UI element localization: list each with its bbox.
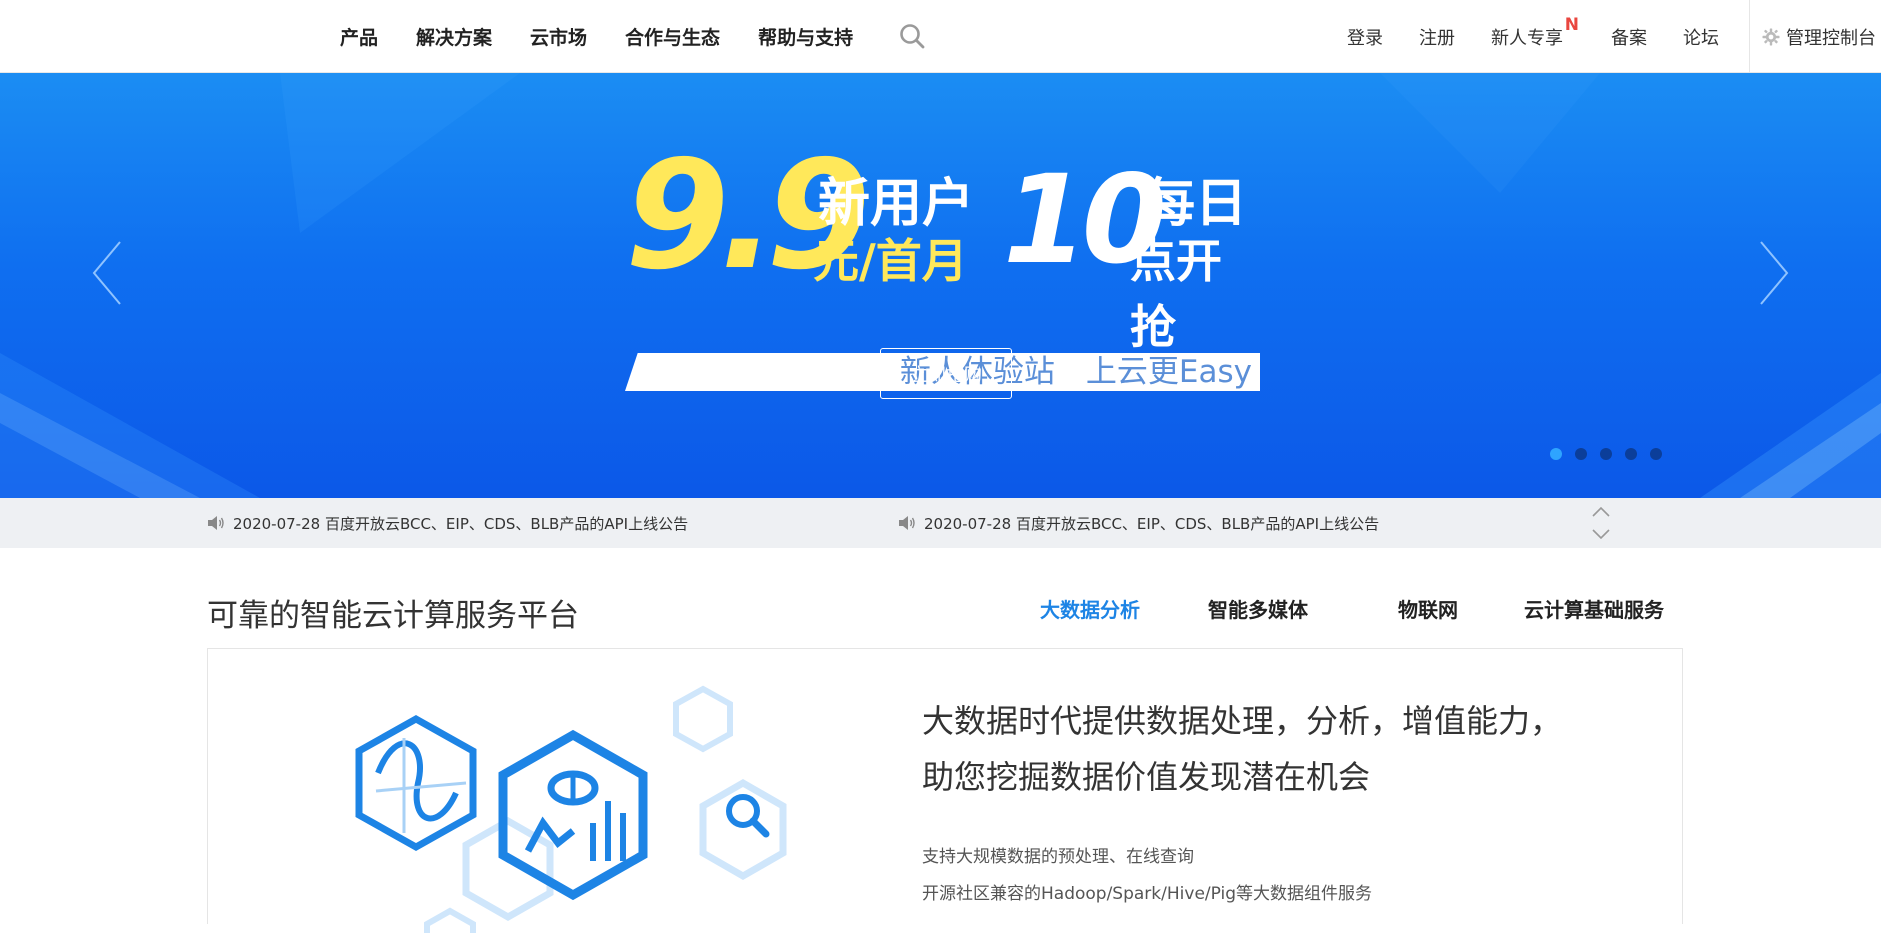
- console-link[interactable]: 管理控制台: [1749, 0, 1881, 73]
- panel-bullet-1: 支持大规模数据的预处理、在线查询: [922, 847, 1194, 867]
- banner-next-arrow[interactable]: [1753, 238, 1793, 308]
- announcement-item[interactable]: 2020-07-28 百度开放云BCC、EIP、CDS、BLB产品的API上线公…: [898, 498, 1379, 548]
- speaker-icon: [899, 516, 915, 530]
- icp-filing-link[interactable]: 备案: [1611, 24, 1647, 50]
- login-link[interactable]: 登录: [1347, 24, 1383, 50]
- search-icon[interactable]: [898, 22, 926, 50]
- tab-big-data[interactable]: 大数据分析: [1040, 570, 1140, 650]
- chevron-down-icon: [1592, 529, 1610, 540]
- announcement-text: 2020-07-28 百度开放云BCC、EIP、CDS、BLB产品的API上线公…: [233, 514, 689, 533]
- announcement-item[interactable]: 2020-07-28 百度开放云BCC、EIP、CDS、BLB产品的API上线公…: [207, 498, 688, 548]
- nav-products[interactable]: 产品: [340, 23, 378, 50]
- buy-now-button[interactable]: 立即抢购: [880, 348, 1012, 399]
- panel-bullet-2: 开源社区兼容的Hadoop/Spark/Hive/Pig等大数据组件服务: [922, 884, 1373, 904]
- speaker-icon: [208, 516, 224, 530]
- nav-solutions[interactable]: 解决方案: [416, 23, 492, 50]
- top-navbar: 产品 解决方案 云市场 合作与生态 帮助与支持 登录 注册 新人专享 N 备案 …: [0, 0, 1881, 73]
- user-nav: 登录 注册 新人专享 N 备案 论坛: [1347, 0, 1719, 73]
- nav-help[interactable]: 帮助与支持: [758, 23, 853, 50]
- nav-partners[interactable]: 合作与生态: [625, 23, 720, 50]
- tab-iot[interactable]: 物联网: [1398, 570, 1458, 650]
- carousel-dot[interactable]: [1550, 448, 1562, 460]
- announcement-text: 2020-07-28 百度开放云BCC、EIP、CDS、BLB产品的API上线公…: [924, 514, 1380, 533]
- panel-bullets: 支持大规模数据的预处理、在线查询 开源社区兼容的Hadoop/Spark/Hiv…: [922, 839, 1372, 913]
- tab-multimedia[interactable]: 智能多媒体: [1208, 570, 1308, 650]
- grab-time-text: 点开抢: [1130, 234, 1222, 354]
- section-title: 可靠的智能云计算服务平台: [207, 598, 579, 634]
- announcement-bar: 2020-07-28 百度开放云BCC、EIP、CDS、BLB产品的API上线公…: [0, 498, 1881, 548]
- banner-prev-arrow[interactable]: [88, 238, 128, 308]
- panel-headline: 大数据时代提供数据处理，分析，增值能力， 助您挖掘数据价值发现潜在机会: [922, 693, 1562, 805]
- panel-headline-line2: 助您挖掘数据价值发现潜在机会: [922, 758, 1371, 796]
- solution-tabs: 大数据分析 智能多媒体 物联网 云计算基础服务: [1008, 570, 1681, 650]
- tab-cloud-basic[interactable]: 云计算基础服务: [1524, 570, 1664, 650]
- newbie-offer-label: 新人专享: [1491, 27, 1563, 49]
- nav-marketplace[interactable]: 云市场: [530, 23, 587, 50]
- panel-headline-line1: 大数据时代提供数据处理，分析，增值能力，: [922, 702, 1563, 740]
- new-badge: N: [1564, 14, 1579, 35]
- promo-banner[interactable]: 9.9 新用户 元/首月 10 每日 点开抢 新人体验站 上云更Easy 立即抢…: [0, 73, 1881, 498]
- forum-link[interactable]: 论坛: [1683, 24, 1719, 50]
- carousel-dot[interactable]: [1600, 448, 1612, 460]
- console-label: 管理控制台: [1786, 27, 1876, 49]
- carousel-dot[interactable]: [1575, 448, 1587, 460]
- carousel-dot[interactable]: [1625, 448, 1637, 460]
- register-link[interactable]: 注册: [1419, 24, 1455, 50]
- first-month-text: 元/首月: [813, 234, 968, 288]
- newbie-offer-link[interactable]: 新人专享 N: [1491, 15, 1579, 50]
- chevron-up-icon: [1592, 506, 1610, 517]
- big-data-illustration: [355, 685, 787, 933]
- gear-icon: [1762, 28, 1780, 45]
- main-nav: 产品 解决方案 云市场 合作与生态 帮助与支持: [340, 0, 853, 73]
- carousel-dot[interactable]: [1650, 448, 1662, 460]
- announcement-scroll-arrows[interactable]: [1590, 504, 1612, 542]
- carousel-indicators: [1550, 448, 1662, 460]
- tab-content-panel: 大数据时代提供数据处理，分析，增值能力， 助您挖掘数据价值发现潜在机会 支持大规…: [207, 648, 1683, 933]
